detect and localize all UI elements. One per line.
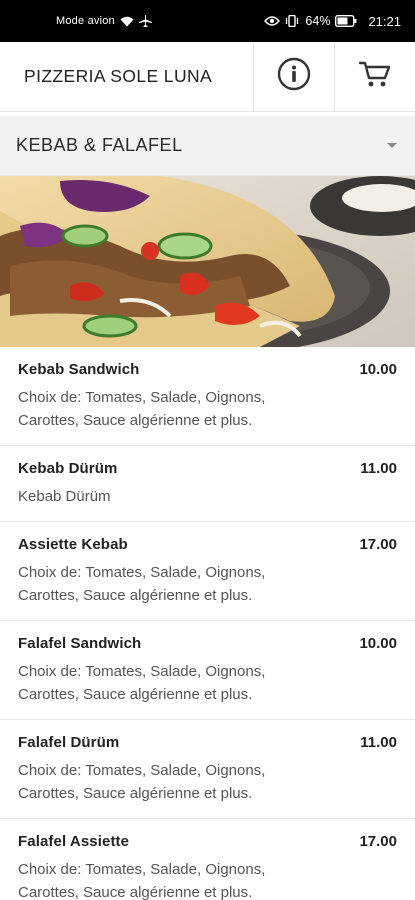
- menu-item-header: Assiette Kebab 17.00: [18, 536, 397, 553]
- wifi-icon: [120, 16, 134, 27]
- menu-item-description: Choix de: Tomates, Salade, Oignons, Caro…: [18, 663, 266, 703]
- shopping-cart-icon: [358, 59, 392, 94]
- menu-item-description: Choix de: Tomates, Salade, Oignons, Caro…: [18, 762, 266, 802]
- info-icon: [277, 57, 311, 96]
- menu-item-description: Choix de: Tomates, Salade, Oignons, Caro…: [18, 389, 266, 429]
- menu-item-name: Kebab Sandwich: [18, 361, 140, 378]
- airplane-icon: [138, 15, 152, 27]
- menu-item-price: 11.00: [360, 460, 397, 477]
- menu-item-description: Choix de: Tomates, Salade, Oignons, Caro…: [18, 861, 266, 900]
- menu-item[interactable]: Falafel Dürüm 11.00 Choix de: Tomates, S…: [0, 720, 415, 819]
- menu-item[interactable]: Assiette Kebab 17.00 Choix de: Tomates, …: [0, 522, 415, 621]
- menu-list: Kebab Sandwich 10.00 Choix de: Tomates, …: [0, 347, 415, 900]
- menu-item-name: Kebab Dürüm: [18, 460, 118, 477]
- info-button[interactable]: [253, 42, 334, 111]
- menu-item-price: 17.00: [359, 536, 397, 553]
- menu-item-name: Falafel Dürüm: [18, 734, 120, 751]
- clock: 21:21: [368, 13, 401, 29]
- menu-item-name: Assiette Kebab: [18, 536, 128, 553]
- menu-item-name: Falafel Assiette: [18, 833, 130, 850]
- menu-item-header: Falafel Sandwich 10.00: [18, 635, 397, 652]
- category-selected-label: KEBAB & FALAFEL: [16, 135, 183, 155]
- status-bar: Mode avion 64% 21:21: [0, 0, 415, 42]
- menu-item-header: Falafel Dürüm 11.00: [18, 734, 397, 751]
- menu-item-description: Kebab Dürüm: [18, 488, 111, 505]
- category-hero-image: [0, 176, 415, 347]
- app-header: PIZZERIA SOLE LUNA: [0, 42, 415, 112]
- menu-item[interactable]: Falafel Sandwich 10.00 Choix de: Tomates…: [0, 621, 415, 720]
- menu-item[interactable]: Falafel Assiette 17.00 Choix de: Tomates…: [0, 819, 415, 900]
- menu-item-description: Choix de: Tomates, Salade, Oignons, Caro…: [18, 564, 266, 604]
- menu-item-header: Kebab Sandwich 10.00: [18, 361, 397, 378]
- eye-icon: [264, 16, 281, 26]
- status-left: Mode avion: [56, 15, 152, 27]
- menu-item-name: Falafel Sandwich: [18, 635, 142, 652]
- battery-percent: 64%: [305, 14, 331, 28]
- battery-icon: [335, 15, 357, 27]
- menu-item-header: Kebab Dürüm 11.00: [18, 460, 397, 477]
- menu-item[interactable]: Kebab Sandwich 10.00 Choix de: Tomates, …: [0, 347, 415, 446]
- category-select[interactable]: KEBAB & FALAFEL: [0, 116, 415, 176]
- menu-item-header: Falafel Assiette 17.00: [18, 833, 397, 850]
- menu-item-price: 17.00: [359, 833, 397, 850]
- menu-item-price: 11.00: [360, 734, 397, 751]
- chevron-down-icon: [387, 143, 397, 148]
- menu-item-price: 10.00: [359, 361, 397, 378]
- vibrate-icon: [285, 15, 299, 27]
- cart-button[interactable]: [334, 42, 415, 111]
- airplane-mode-text: Mode avion: [56, 15, 115, 27]
- menu-item[interactable]: Kebab Dürüm 11.00 Kebab Dürüm: [0, 446, 415, 522]
- menu-item-price: 10.00: [359, 635, 397, 652]
- status-right: 64% 21:21: [264, 14, 401, 29]
- restaurant-title: PIZZERIA SOLE LUNA: [24, 66, 213, 86]
